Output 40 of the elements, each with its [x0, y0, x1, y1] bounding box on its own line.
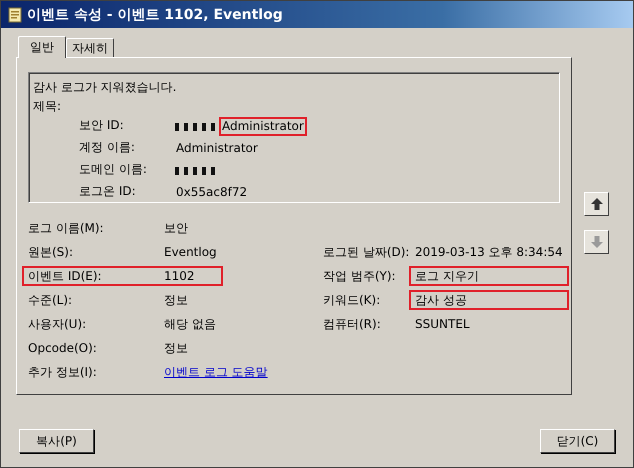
field-label: Opcode(O):	[28, 340, 97, 356]
field-label: 로그된 날짜(D):	[323, 244, 410, 260]
field-value: 2019-03-13 오후 8:34:54	[415, 244, 563, 260]
field-value: 1102	[164, 268, 195, 284]
detail-label: 로그온 ID:	[79, 183, 137, 200]
field-value: 감사 성공	[415, 292, 467, 308]
up-arrow-icon	[590, 197, 604, 211]
detail-value: Administrator	[175, 140, 259, 157]
previous-button[interactable]	[584, 192, 609, 216]
tab[interactable]: 자세히	[66, 38, 114, 57]
field-value: 해당 없음	[164, 316, 216, 332]
detail-label: 도메인 이름:	[79, 161, 148, 178]
detail-label: 계정 이름:	[79, 139, 136, 156]
field-label: 키워드(K):	[323, 292, 380, 308]
tab[interactable]: 일반	[18, 36, 66, 58]
close-button[interactable]: 닫기(C)	[540, 429, 615, 453]
detail-label: 보안 ID:	[79, 117, 125, 134]
field-label: 컴퓨터(R):	[323, 316, 381, 332]
help-link[interactable]: 이벤트 로그 도움말	[164, 364, 268, 380]
field-value: 로그 지우기	[415, 268, 479, 284]
copy-button[interactable]: 복사(P)	[19, 429, 94, 453]
detail-value: 0x55ac8f72	[175, 184, 248, 201]
field-value: SSUNTEL	[415, 316, 470, 332]
field-label: 로그 이름(M):	[28, 220, 104, 236]
field-label: 추가 정보(I):	[28, 364, 97, 380]
field-label: 이벤트 ID(E):	[28, 268, 103, 284]
event-message: 감사 로그가 지워졌습니다.	[33, 79, 178, 95]
field-label: 원본(S):	[28, 244, 74, 260]
document-icon	[7, 6, 23, 22]
field-value: Eventlog	[164, 244, 217, 260]
field-value: 보안	[164, 220, 188, 236]
down-arrow-icon	[590, 235, 604, 249]
field-value: 정보	[164, 292, 188, 308]
field-label: 수준(L):	[28, 292, 72, 308]
subject-label: 제목:	[33, 98, 62, 114]
window-title: 이벤트 속성 - 이벤트 1102, Eventlog	[27, 6, 283, 24]
field-label: 작업 범주(Y):	[323, 268, 396, 284]
field-label: 사용자(U):	[28, 316, 86, 332]
field-value: 정보	[164, 340, 188, 356]
detail-value: Administrator	[219, 117, 307, 136]
